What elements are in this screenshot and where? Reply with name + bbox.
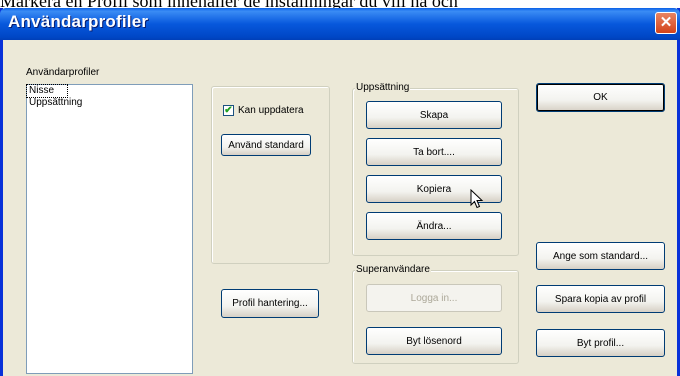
can-update-checkbox[interactable]: ✔: [223, 105, 234, 116]
change-password-button[interactable]: Byt lösenord: [366, 327, 502, 355]
caption-text: Markera en Profil som innehåller de inst…: [0, 0, 680, 8]
list-item[interactable]: Nisse: [26, 84, 68, 98]
close-icon[interactable]: ✕: [655, 12, 677, 34]
delete-button[interactable]: Ta bort....: [366, 138, 502, 166]
title-bar[interactable]: Användarprofiler ✕: [0, 8, 680, 40]
list-item[interactable]: Uppsättning: [27, 97, 192, 109]
superuser-legend: Superanvändare: [355, 264, 431, 276]
profile-handling-button[interactable]: Profil hantering...: [221, 289, 319, 318]
set-default-button[interactable]: Ange som standard...: [536, 242, 665, 270]
use-default-button[interactable]: Använd standard: [221, 134, 311, 156]
profiles-label: Användarprofiler: [26, 67, 100, 78]
ok-button[interactable]: OK: [536, 83, 665, 112]
mouse-cursor-icon: [470, 189, 484, 209]
profiles-listbox[interactable]: Nisse Uppsättning: [26, 84, 193, 374]
login-button[interactable]: Logga in...: [366, 284, 502, 312]
window-title: Användarprofiler: [8, 12, 149, 31]
change-profile-button[interactable]: Byt profil...: [536, 329, 665, 357]
create-button[interactable]: Skapa: [366, 101, 502, 129]
setup-legend: Uppsättning: [355, 82, 411, 94]
can-update-label: Kan uppdatera: [238, 105, 304, 116]
change-button[interactable]: Ändra...: [366, 212, 502, 240]
save-copy-button[interactable]: Spara kopia av profil: [536, 285, 665, 313]
